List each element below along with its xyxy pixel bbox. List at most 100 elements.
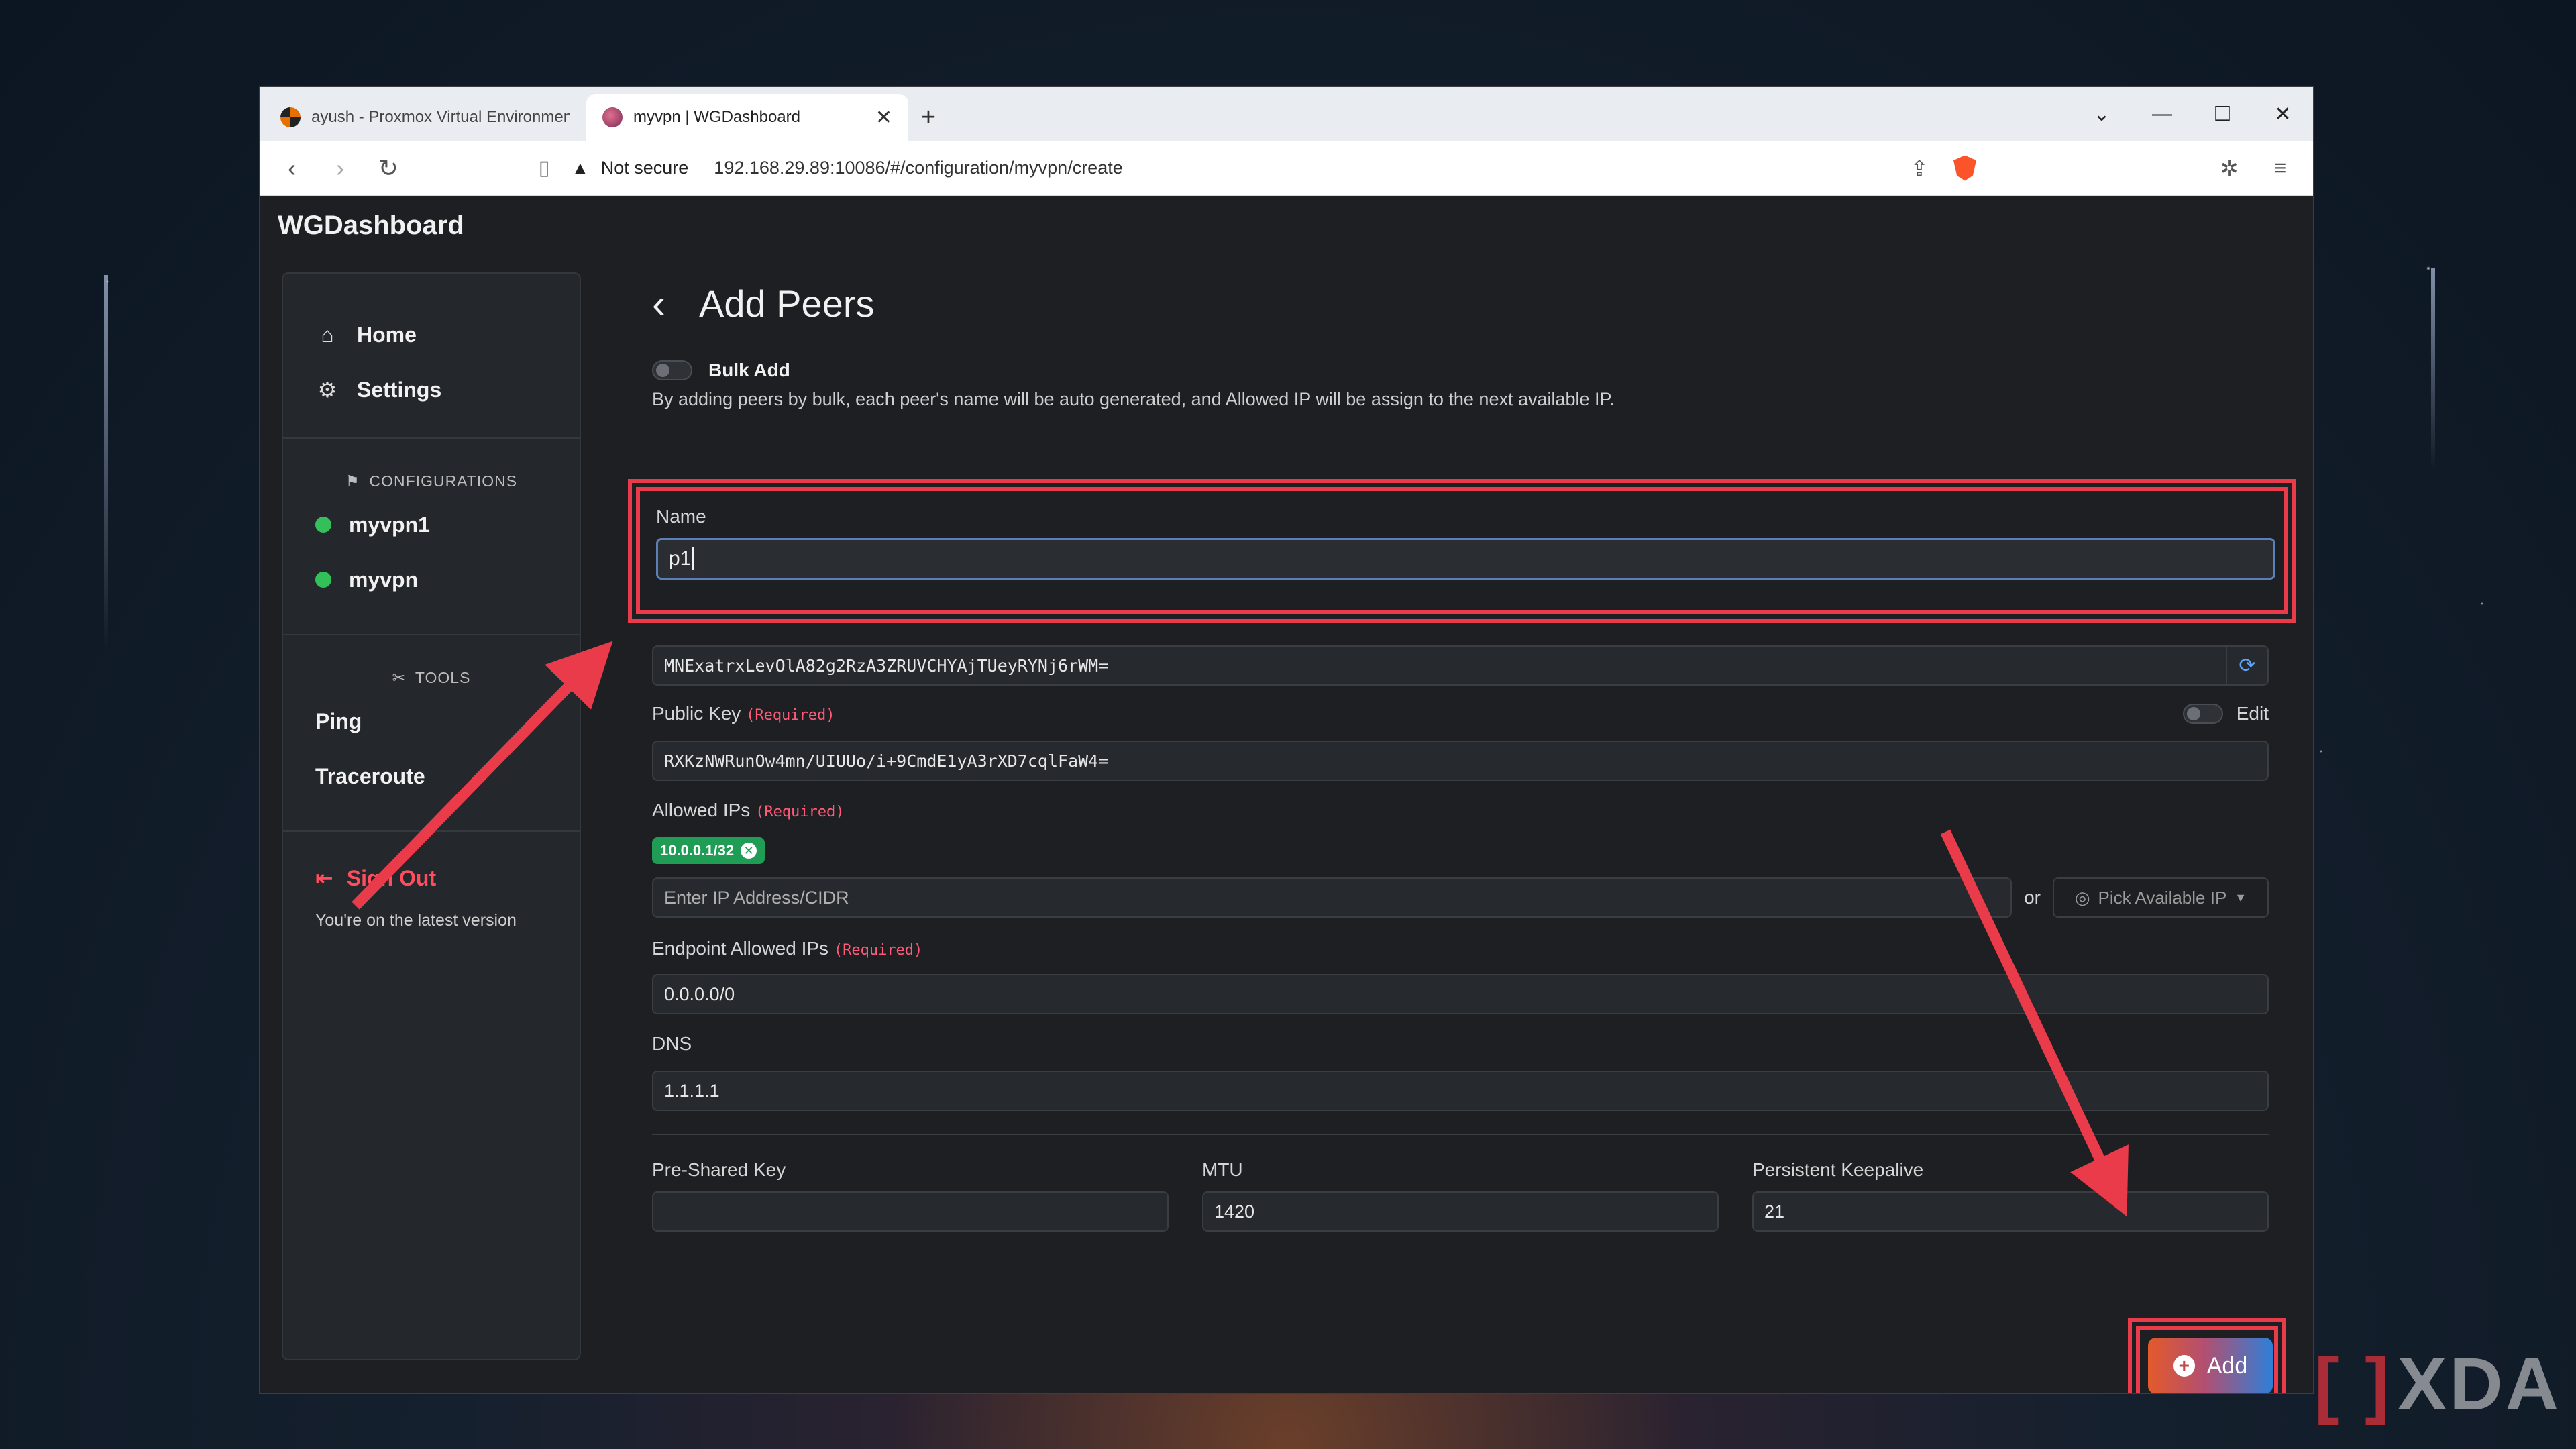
remove-chip-icon[interactable]: ✕	[741, 843, 757, 859]
minimize-icon[interactable]: —	[2132, 103, 2192, 125]
public-key-input[interactable]: RXKzNWRunOw4mn/UIUUo/i+9CmdE1yA3rXD7cqlF…	[652, 741, 2269, 781]
dns-input[interactable]: 1.1.1.1	[652, 1071, 2269, 1111]
url-text[interactable]: 192.168.29.89:10086/#/configuration/myvp…	[714, 158, 1122, 178]
back-arrow-icon[interactable]: ‹	[276, 154, 307, 182]
browser-window: ayush - Proxmox Virtual Environment myvp…	[259, 86, 2314, 1394]
or-label: or	[2024, 887, 2041, 908]
home-icon: ⌂	[321, 322, 334, 347]
allowed-ips-label-text: Allowed IPs	[652, 800, 751, 820]
private-key-input[interactable]: MNExatrxLevOlA82g2RzA3ZRUVCHYAjTUeyRYNj6…	[652, 645, 2227, 686]
close-window-icon[interactable]: ✕	[2253, 103, 2313, 126]
warning-icon: ▲	[572, 158, 589, 178]
persistent-keepalive-input[interactable]: 21	[1752, 1191, 2269, 1232]
sidebar-item-myvpn[interactable]: myvpn	[283, 552, 580, 607]
sign-out-icon: ⇤	[315, 866, 333, 890]
sidebar: ⌂ Home ⚙ Settings ⚑ CONFIGURATIONS myvpn…	[282, 272, 581, 1360]
add-peers-form: ‹ Add Peers Bulk Add By adding peers by …	[628, 270, 2296, 1393]
edit-label: Edit	[2236, 703, 2269, 724]
advanced-fields-row: Pre-Shared Key MTU 1420 Persistent Keepa…	[652, 1159, 2269, 1232]
required-tag: (Required)	[833, 942, 923, 959]
mtu-input[interactable]: 1420	[1202, 1191, 1719, 1232]
sidebar-item-ping[interactable]: Ping	[283, 694, 580, 749]
forward-arrow-icon[interactable]: ›	[325, 154, 356, 182]
sidebar-item-label: myvpn	[349, 567, 419, 592]
required-tag: (Required)	[755, 804, 845, 820]
sidebar-item-traceroute[interactable]: Traceroute	[283, 749, 580, 804]
tab-proxmox[interactable]: ayush - Proxmox Virtual Environment	[264, 94, 586, 141]
page-header: ‹ Add Peers	[652, 270, 2269, 337]
extensions-icon[interactable]: ✲	[2212, 156, 2246, 181]
ip-address-input[interactable]: Enter IP Address/CIDR	[652, 877, 2012, 918]
add-peer-button[interactable]: + Add	[2148, 1338, 2273, 1393]
back-chevron-icon[interactable]: ‹	[652, 280, 665, 327]
keepalive-group: Persistent Keepalive 21	[1752, 1159, 2269, 1232]
share-icon[interactable]: ⇪	[1902, 156, 1936, 181]
bulk-add-description: By adding peers by bulk, each peer's nam…	[652, 389, 1615, 409]
tab-title: myvpn | WGDashboard	[633, 108, 800, 126]
endpoint-allowed-ips-input[interactable]: 0.0.0.0/0	[652, 974, 2269, 1014]
pre-shared-key-input[interactable]	[652, 1191, 1169, 1232]
sidebar-item-myvpn1[interactable]: myvpn1	[283, 497, 580, 552]
gear-icon: ⚙	[317, 378, 337, 402]
tools-icon: ✂	[392, 669, 406, 686]
sign-out-button[interactable]: ⇤ Sign Out	[283, 865, 580, 891]
name-input[interactable]: p1	[656, 538, 2275, 580]
plus-circle-icon: +	[2173, 1355, 2195, 1377]
pick-available-ip-dropdown[interactable]: ◎ Pick Available IP ▼	[2053, 877, 2269, 918]
close-tab-icon[interactable]: ✕	[875, 106, 892, 129]
public-key-label: Public Key (Required)	[652, 703, 835, 724]
edit-toggle-group: Edit	[2182, 703, 2269, 724]
ip-placeholder: Enter IP Address/CIDR	[664, 887, 849, 908]
edit-public-key-toggle[interactable]	[2182, 704, 2223, 724]
tab-wgdashboard[interactable]: myvpn | WGDashboard ✕	[586, 94, 908, 141]
proxmox-favicon-icon	[280, 107, 301, 127]
tab-bar: ayush - Proxmox Virtual Environment myvp…	[260, 87, 2313, 141]
bookmark-icon[interactable]: ▯	[529, 156, 559, 180]
divider	[652, 1134, 2269, 1135]
ip-input-row: Enter IP Address/CIDR or ◎ Pick Availabl…	[652, 877, 2269, 918]
highlight-box-name: Name p1	[628, 479, 2296, 623]
required-tag: (Required)	[746, 707, 835, 724]
watermark-text: XDA	[2397, 1343, 2562, 1426]
highlight-box-add: + Add	[2128, 1318, 2286, 1393]
status-dot-icon	[315, 517, 331, 533]
divider	[283, 437, 580, 439]
sidebar-item-label: myvpn1	[349, 512, 430, 537]
brave-shield-icon[interactable]	[1953, 155, 1976, 181]
reload-icon[interactable]: ↻	[373, 154, 404, 182]
security-label: Not secure	[600, 158, 689, 178]
psk-group: Pre-Shared Key	[652, 1159, 1169, 1232]
regenerate-key-icon[interactable]: ⟳	[2227, 645, 2269, 686]
allowed-ip-chip: 10.0.0.1/32 ✕	[652, 837, 765, 864]
sign-out-label: Sign Out	[346, 865, 437, 890]
name-label: Name	[656, 506, 706, 527]
public-key-label-text: Public Key	[652, 703, 741, 724]
sidebar-item-label: Settings	[357, 377, 442, 402]
bulk-add-label: Bulk Add	[708, 360, 790, 380]
flag-icon: ⚑	[345, 472, 360, 490]
divider	[283, 830, 580, 832]
xda-logo-icon: [ ]	[2314, 1343, 2392, 1426]
sidebar-item-label: Home	[357, 322, 417, 347]
menu-icon[interactable]: ≡	[2263, 156, 2297, 180]
private-key-row: MNExatrxLevOlA82g2RzA3ZRUVCHYAjTUeyRYNj6…	[652, 645, 2269, 686]
name-field-group: Name p1	[656, 506, 2275, 580]
version-status: You're on the latest version	[315, 911, 517, 930]
page-title: Add Peers	[698, 282, 875, 325]
sidebar-nav: ⌂ Home ⚙ Settings	[283, 274, 580, 437]
maximize-icon[interactable]: ☐	[2192, 103, 2253, 126]
sidebar-item-home[interactable]: ⌂ Home	[315, 307, 580, 362]
sidebar-item-settings[interactable]: ⚙ Settings	[315, 362, 580, 417]
add-button-label: Add	[2206, 1352, 2248, 1379]
allowed-ips-label: Allowed IPs (Required)	[652, 800, 845, 821]
app-brand[interactable]: WGDashboard	[278, 211, 464, 241]
light-beam	[104, 275, 108, 651]
new-tab-icon[interactable]: +	[908, 94, 949, 141]
status-dot-icon	[315, 572, 331, 588]
tab-list-chevron-icon[interactable]: ⌄	[2072, 103, 2132, 126]
tools-title: ✂ TOOLS	[283, 669, 580, 687]
url-box[interactable]: ▯ ▲ Not secure 192.168.29.89:10086/#/con…	[529, 156, 1885, 180]
light-beam	[2431, 268, 2435, 470]
public-key-label-row: Public Key (Required) Edit	[652, 703, 2269, 724]
bulk-add-toggle[interactable]	[652, 360, 692, 380]
